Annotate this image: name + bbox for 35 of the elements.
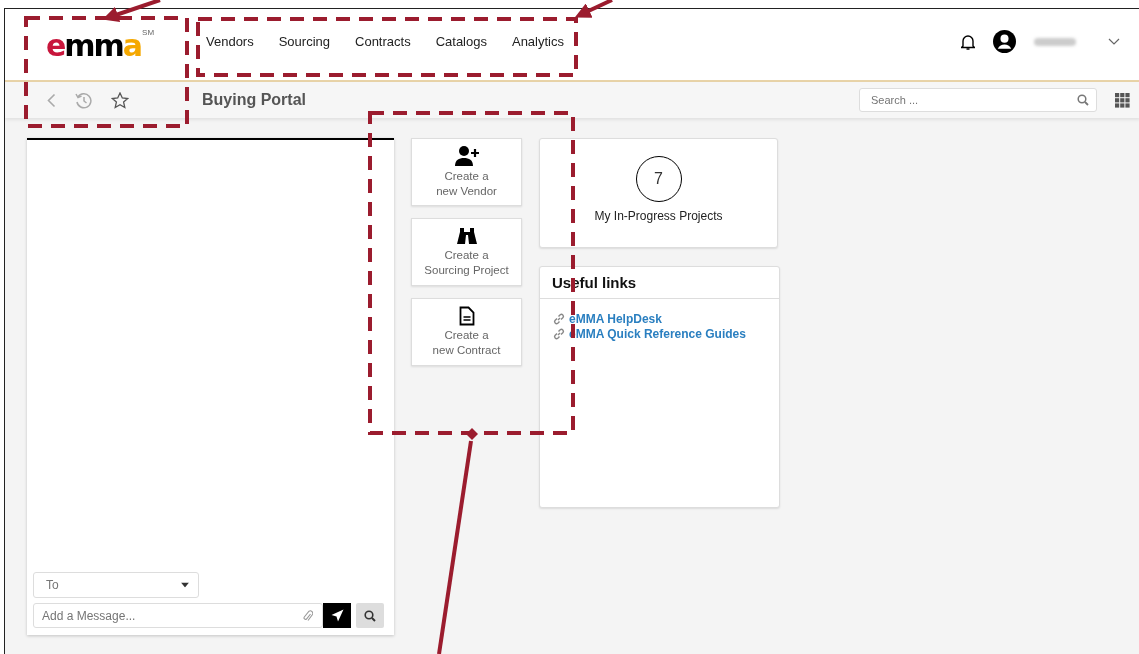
app-grid-icon[interactable] (1115, 92, 1130, 108)
add-user-icon (453, 145, 480, 167)
help-link[interactable]: eMMA HelpDesk (569, 312, 662, 326)
projects-label: My In-Progress Projects (594, 209, 723, 223)
blurred-user-name (1034, 37, 1076, 46)
nav-link[interactable]: Contracts (355, 34, 411, 49)
search-button[interactable] (356, 603, 384, 628)
paperclip-icon[interactable] (303, 608, 313, 623)
send-button[interactable] (323, 603, 351, 628)
search-icon[interactable] (1077, 94, 1089, 106)
avatar-icon[interactable] (993, 30, 1016, 53)
trademark-mark: SM (142, 28, 155, 37)
nav-link[interactable]: Catalogs (435, 34, 487, 49)
logo: emma (45, 28, 142, 63)
create-tile[interactable]: Create a Sourcing Project (411, 218, 522, 286)
create-tile[interactable]: Create a new Vendor (411, 138, 522, 206)
nav-link[interactable]: Sourcing (278, 34, 330, 49)
create-tile[interactable]: Create a new Contract (411, 298, 522, 366)
search-field[interactable]: Search ... (859, 88, 1097, 112)
link-icon (552, 312, 566, 326)
link-icon (552, 327, 566, 341)
recipient-dropdown[interactable]: To (33, 572, 199, 598)
notification-icon[interactable] (961, 33, 975, 50)
message-field[interactable]: Add a Message... (33, 603, 323, 628)
document-icon (458, 306, 475, 326)
callout-arrow (574, 0, 613, 18)
star-icon[interactable] (111, 91, 129, 109)
chevron-down-icon[interactable] (1108, 37, 1120, 46)
caret-icon (181, 582, 189, 588)
nav-link[interactable]: Analytics (511, 34, 564, 49)
page-title: Buying Portal (202, 91, 306, 109)
nav-link[interactable]: Vendors (206, 34, 254, 49)
send-icon (330, 609, 344, 622)
binoculars-icon (455, 226, 478, 246)
search-icon (364, 609, 376, 622)
